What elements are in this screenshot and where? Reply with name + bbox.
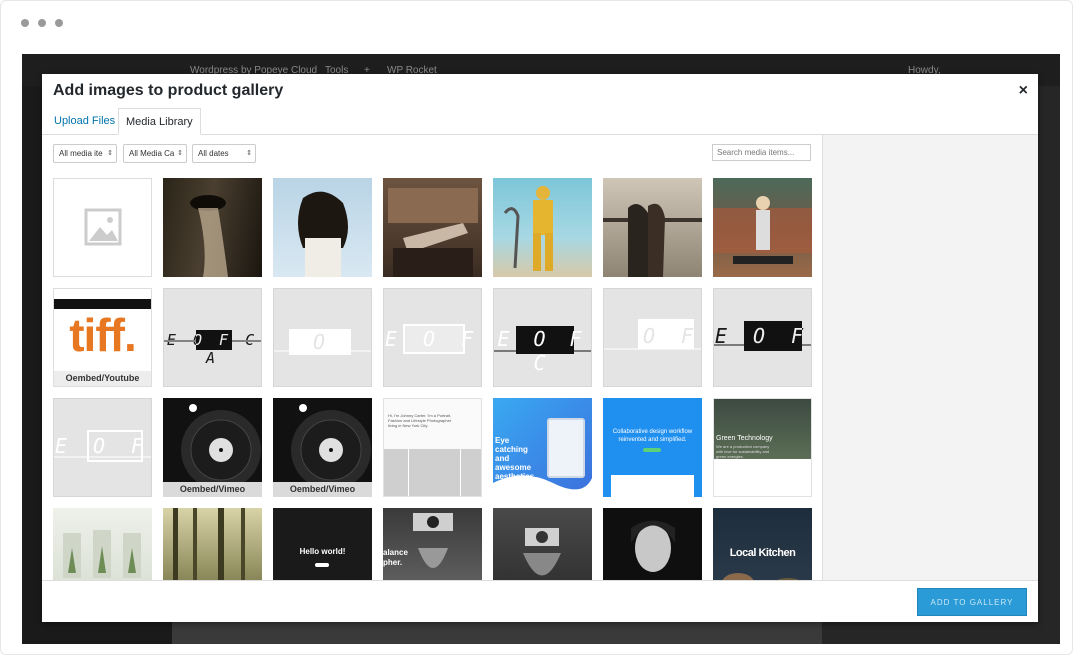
thumbnail-caption: Oembed/Youtube (54, 371, 151, 386)
media-thumbnail[interactable] (493, 178, 592, 277)
photo-portrait (631, 520, 675, 572)
tab-media-library[interactable]: Media Library (118, 108, 201, 135)
media-thumbnail[interactable]: E O F (383, 288, 482, 387)
add-to-gallery-button[interactable]: ADD TO GALLERY (917, 588, 1027, 616)
media-thumbnail[interactable] (603, 508, 702, 580)
oef-text: E O F (384, 327, 481, 351)
close-dot[interactable] (21, 19, 29, 27)
media-category-filter[interactable]: All Media Ca (123, 144, 187, 163)
screen-text: Green Technology (716, 435, 773, 442)
oef-text: E O F C (274, 330, 371, 378)
modal-title: Add images to product gallery (53, 82, 284, 99)
screen-text: Hi, I'm Johnny Carter. I'm a Portrait, F… (388, 413, 452, 428)
media-thumbnail[interactable]: Hi, I'm Johnny Carter. I'm a Portrait, F… (383, 398, 482, 497)
oef-text: E O F C (497, 327, 588, 375)
image-placeholder-icon (84, 208, 122, 246)
photo-yellow-outfit (503, 186, 553, 271)
media-thumbnail[interactable]: Eye catching and awesome aesthetics. (493, 398, 592, 497)
media-browser: All media ite All Media Ca All dates Sea… (42, 135, 822, 580)
modal-tabs: Upload Files Media Library (42, 108, 1038, 135)
oef-text: E O F (54, 434, 151, 458)
oef-text: E O F C A (166, 331, 259, 367)
media-thumbnail[interactable] (383, 178, 482, 277)
tab-upload-files[interactable]: Upload Files (47, 108, 122, 135)
search-input[interactable]: Search media items... (712, 144, 811, 161)
media-thumbnail-vimeo[interactable]: Oembed/Vimeo (273, 398, 372, 497)
window-controls (21, 19, 63, 27)
media-thumbnail[interactable]: E O F C (493, 288, 592, 387)
screen-subtext: We are a production company with love fo… (716, 444, 770, 459)
media-thumbnail[interactable]: Local Kitchen (713, 508, 812, 580)
cta-button (315, 563, 329, 567)
attachment-details-sidebar (822, 135, 1038, 580)
photo-two-women (603, 203, 702, 277)
screen-text: Hello world! (299, 547, 346, 556)
media-thumbnail-vimeo[interactable]: Oembed/Vimeo (163, 398, 262, 497)
maximize-dot[interactable] (55, 19, 63, 27)
minimize-dot[interactable] (38, 19, 46, 27)
oef-text: E O F (714, 324, 811, 348)
screen-text: alance pher. (383, 548, 408, 567)
photo-plants (63, 530, 141, 578)
oef-text: E O F (604, 324, 701, 348)
media-thumbnail[interactable]: alance pher. (383, 508, 482, 580)
media-thumbnail[interactable]: E O F (53, 398, 152, 497)
thumbnail-caption: Oembed/Vimeo (273, 482, 372, 497)
close-icon[interactable]: × (1019, 83, 1028, 99)
screen-image (611, 475, 694, 497)
media-thumbnail[interactable]: Collaborative design workflow reinvented… (603, 398, 702, 497)
media-thumbnail[interactable]: E O F (603, 288, 702, 387)
media-thumbnail[interactable] (603, 178, 702, 277)
media-thumbnail[interactable]: E O F C (273, 288, 372, 387)
media-modal: Add images to product gallery × Upload F… (42, 74, 1038, 622)
media-thumbnail[interactable] (273, 178, 372, 277)
photo-record-store (388, 188, 478, 277)
date-filter[interactable]: All dates (192, 144, 256, 163)
media-thumbnail[interactable]: Green Technology We are a production com… (713, 398, 812, 497)
thumbnail-caption: Oembed/Vimeo (163, 482, 262, 497)
cta-button (643, 448, 661, 452)
photo-woman-hat (190, 195, 228, 277)
media-thumbnail[interactable] (493, 508, 592, 580)
media-thumbnail[interactable]: E O F C A (163, 288, 262, 387)
media-thumbnail[interactable] (53, 508, 152, 580)
placeholder-thumbnail[interactable] (53, 178, 152, 277)
screen-image (384, 449, 481, 496)
photo-woman-hair (298, 191, 348, 277)
screen-text: Collaborative design workflow reinvented… (612, 429, 693, 443)
photo-camera-woman (413, 513, 453, 568)
media-thumbnail[interactable] (163, 178, 262, 277)
photo-camera-hands (523, 528, 561, 576)
media-thumbnail[interactable] (713, 178, 812, 277)
photo-food (722, 573, 799, 580)
photo-forest (173, 508, 245, 580)
divider (460, 449, 461, 496)
divider (408, 449, 409, 496)
media-type-filter[interactable]: All media ite (53, 144, 117, 163)
tiff-logo: tiff. (69, 309, 137, 361)
media-thumbnail[interactable] (163, 508, 262, 580)
photo-graffiti-woman (713, 196, 812, 264)
media-thumbnail[interactable]: E O F (713, 288, 812, 387)
media-thumbnail-youtube[interactable]: tiff. Oembed/Youtube (53, 288, 152, 387)
modal-footer: ADD TO GALLERY (42, 580, 1038, 622)
wave-shape (493, 475, 592, 497)
media-thumbnail[interactable]: Hello world! (273, 508, 372, 580)
